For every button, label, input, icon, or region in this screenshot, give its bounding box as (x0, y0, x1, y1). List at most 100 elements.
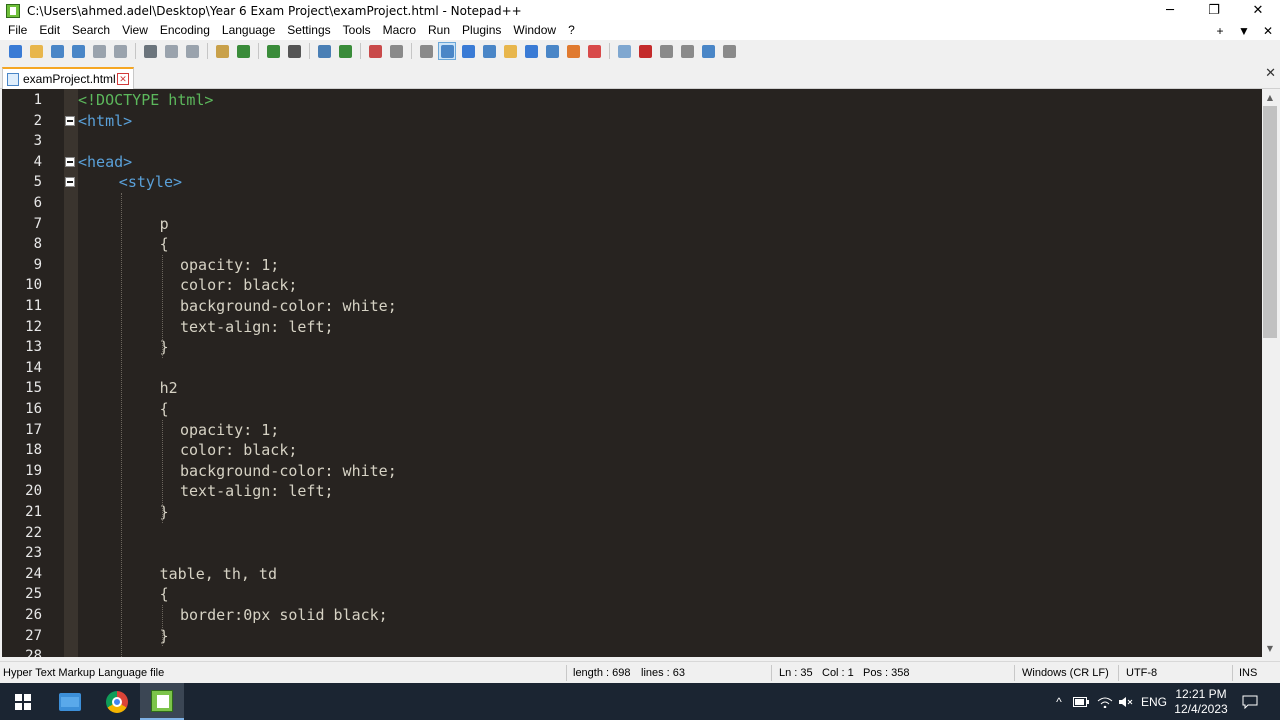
show-all-chars-button[interactable] (459, 42, 477, 60)
menu-edit[interactable]: Edit (33, 21, 66, 40)
code-line: color: black; (180, 275, 297, 296)
doc-list-button[interactable] (543, 42, 561, 60)
zoom-in-button[interactable] (336, 42, 354, 60)
restore-button[interactable]: ❐ (1192, 0, 1236, 21)
stop-record-button[interactable] (657, 42, 675, 60)
toolbar-separator (135, 43, 136, 59)
minimize-button[interactable]: ─ (1148, 0, 1192, 21)
status-eol[interactable]: Windows (CR LF) (1022, 662, 1109, 684)
replace-icon (317, 44, 331, 58)
scroll-thumb[interactable] (1263, 106, 1277, 338)
volume-muted-icon[interactable] (1116, 683, 1136, 720)
close-button[interactable] (90, 42, 108, 60)
new-file-button[interactable] (6, 42, 24, 60)
zoom-in-icon (338, 44, 352, 58)
wifi-icon[interactable] (1095, 683, 1115, 720)
close-button[interactable]: ✕ (1236, 0, 1280, 21)
zoom-out-button[interactable] (366, 42, 384, 60)
doc-map-button[interactable] (522, 42, 540, 60)
tab-examproject[interactable]: examProject.html ✕ (2, 67, 134, 89)
menu-plugins[interactable]: Plugins (456, 21, 507, 40)
sync-vertical-button[interactable] (387, 42, 405, 60)
indent-guide-button[interactable] (480, 42, 498, 60)
vertical-scrollbar[interactable]: ▲ ▼ (1262, 89, 1278, 657)
start-button[interactable] (0, 683, 46, 720)
word-wrap-button[interactable] (438, 42, 456, 60)
scroll-up-icon[interactable]: ▲ (1262, 89, 1278, 106)
clock[interactable]: 12:21 PM 12/4/2023 (1172, 683, 1230, 720)
menu-encoding[interactable]: Encoding (154, 21, 216, 40)
find-button[interactable] (285, 42, 303, 60)
scroll-down-icon[interactable]: ▼ (1262, 640, 1278, 657)
folder-workspace-button[interactable] (585, 42, 603, 60)
input-language-indicator[interactable]: ENG (1140, 683, 1168, 720)
notification-center-button[interactable] (1238, 683, 1262, 720)
redo-button[interactable] (264, 42, 282, 60)
menu-tools[interactable]: Tools (337, 21, 377, 40)
indent-guide (120, 193, 122, 657)
status-divider (1014, 665, 1015, 681)
monitoring-button[interactable] (615, 42, 633, 60)
new-tab-plus-button[interactable]: + (1208, 24, 1232, 38)
play-macro-icon (680, 44, 694, 58)
code-line: { (160, 234, 169, 255)
show-hidden-icons-button[interactable]: ^ (1050, 683, 1068, 720)
menu-window[interactable]: Window (507, 21, 562, 40)
toolbar-separator (309, 43, 310, 59)
cut-button[interactable] (162, 42, 180, 60)
play-macro-button[interactable] (678, 42, 696, 60)
tab-close-icon[interactable]: ✕ (117, 73, 129, 85)
status-divider (1118, 665, 1119, 681)
menu-run[interactable]: Run (422, 21, 456, 40)
close-all-icon (113, 44, 127, 58)
user-defined-lang-button[interactable] (501, 42, 519, 60)
menu-macro[interactable]: Macro (377, 21, 422, 40)
replace-button[interactable] (315, 42, 333, 60)
fold-toggle-icon[interactable] (65, 177, 75, 188)
sync-horizontal-button[interactable] (417, 42, 435, 60)
line-number: 6 (33, 195, 42, 211)
save-all-button[interactable] (69, 42, 87, 60)
close-document-button[interactable]: ✕ (1256, 24, 1280, 38)
save-button[interactable] (48, 42, 66, 60)
record-macro-button[interactable] (636, 42, 654, 60)
status-ins[interactable]: INS (1239, 662, 1257, 684)
print-button[interactable] (141, 42, 159, 60)
line-number: 24 (25, 565, 42, 582)
function-list-button[interactable] (564, 42, 582, 60)
fold-toggle-icon[interactable] (65, 156, 75, 167)
line-number: 11 (25, 298, 42, 314)
fold-margin[interactable] (64, 89, 78, 657)
close-all-button[interactable] (111, 42, 129, 60)
menu-help[interactable]: ? (562, 21, 581, 40)
open-file-button[interactable] (27, 42, 45, 60)
chevron-up-icon: ^ (1056, 694, 1062, 709)
save-macro-button[interactable] (720, 42, 738, 60)
menu-search[interactable]: Search (66, 21, 116, 40)
taskbar-chrome[interactable] (95, 683, 139, 720)
taskbar-file-explorer[interactable] (48, 683, 92, 720)
menu-language[interactable]: Language (216, 21, 281, 40)
tab-list-dropdown-button[interactable]: ▼ (1232, 24, 1256, 38)
undo-button[interactable] (234, 42, 252, 60)
html-tag-token: <head> (78, 152, 133, 171)
toolbar-separator (411, 43, 412, 59)
code-token: text-align: left; (180, 317, 334, 336)
line-number: 27 (25, 627, 42, 644)
save-all-icon (71, 44, 85, 58)
status-encoding[interactable]: UTF-8 (1126, 662, 1157, 684)
menu-settings[interactable]: Settings (281, 21, 336, 40)
code-area[interactable]: <!DOCTYPE html> <html> <head> <style> p{opac… (78, 89, 1262, 657)
fold-toggle-icon[interactable] (65, 115, 75, 126)
battery-icon[interactable] (1072, 683, 1090, 720)
copy-button[interactable] (183, 42, 201, 60)
run-macro-multiple-button[interactable] (699, 42, 717, 60)
code-editor[interactable]: <!DOCTYPE html> <html> <head> <style> p{opac… (2, 89, 1262, 657)
close-all-tabs-icon[interactable]: ✕ (1265, 66, 1276, 81)
cut-icon (164, 44, 178, 58)
paste-button[interactable] (213, 42, 231, 60)
code-line: h2 (160, 378, 178, 399)
menu-view[interactable]: View (116, 21, 154, 40)
menu-file[interactable]: File (0, 21, 33, 40)
taskbar-notepad-plus-plus[interactable] (140, 683, 184, 720)
